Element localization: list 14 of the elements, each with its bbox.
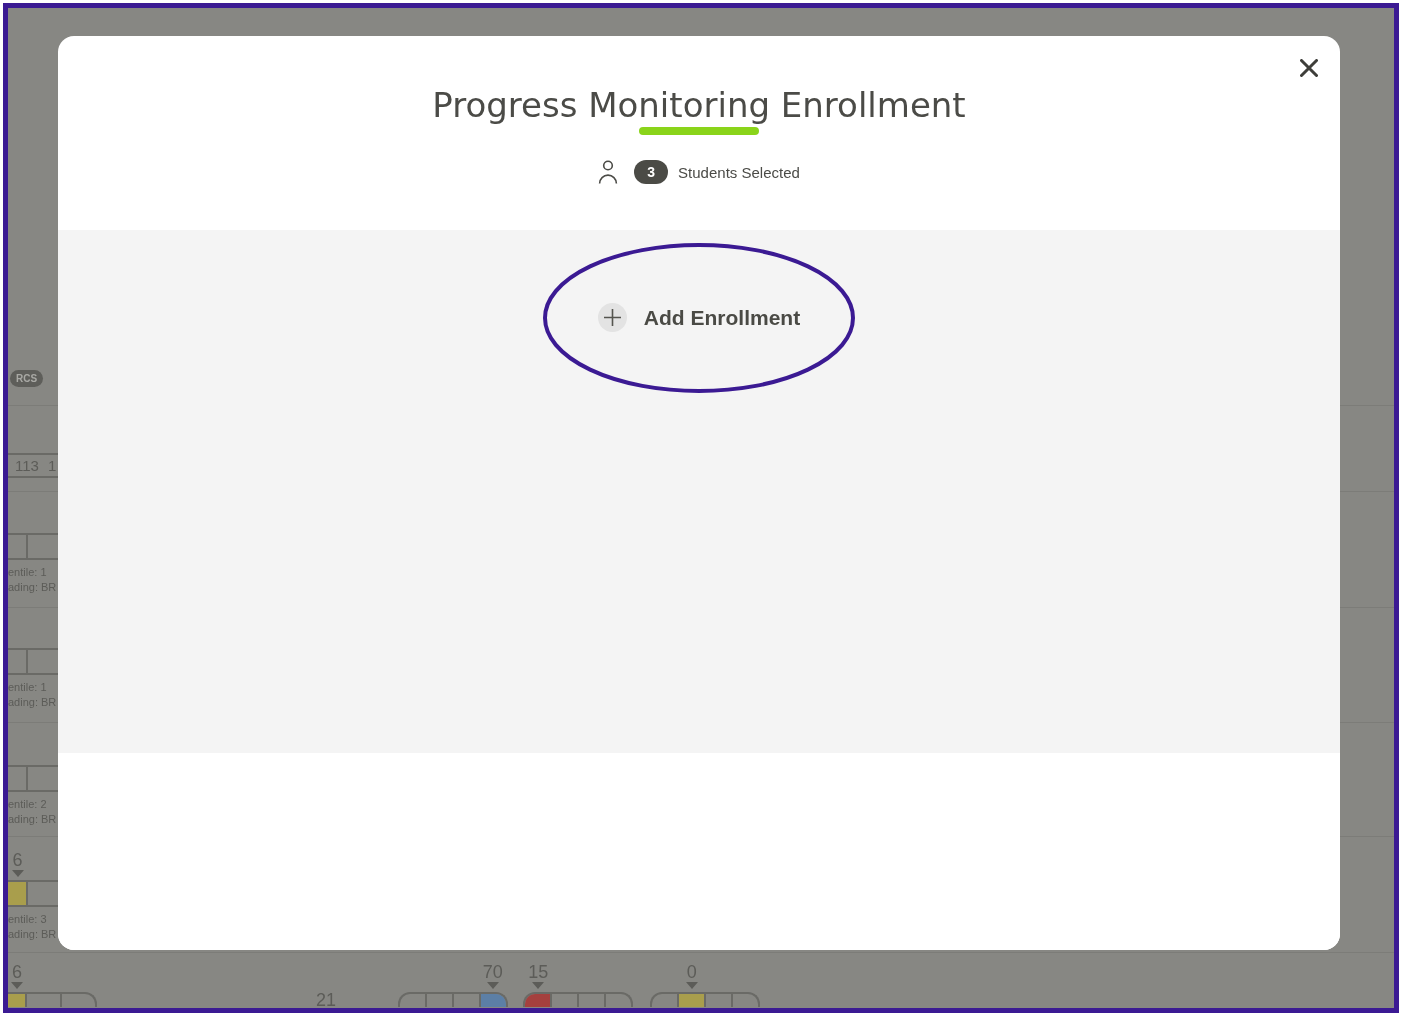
- pointer-icon: [11, 870, 24, 877]
- pointer-icon: [685, 982, 698, 989]
- tag-badge: RCS: [10, 370, 44, 387]
- person-icon: [598, 160, 619, 184]
- add-enrollment-button[interactable]: Add Enrollment: [597, 303, 801, 332]
- plus-icon: [597, 303, 627, 332]
- count-badge: 3: [634, 160, 669, 184]
- pointer-icon: [486, 982, 499, 989]
- close-button[interactable]: [1300, 59, 1318, 77]
- selection-label: Students Selected: [678, 163, 800, 181]
- close-icon: [1300, 59, 1318, 77]
- pointer-icon: [11, 982, 23, 989]
- pointer-icon: [532, 982, 545, 989]
- modal-title: Progress Monitoring Enrollment: [432, 85, 966, 125]
